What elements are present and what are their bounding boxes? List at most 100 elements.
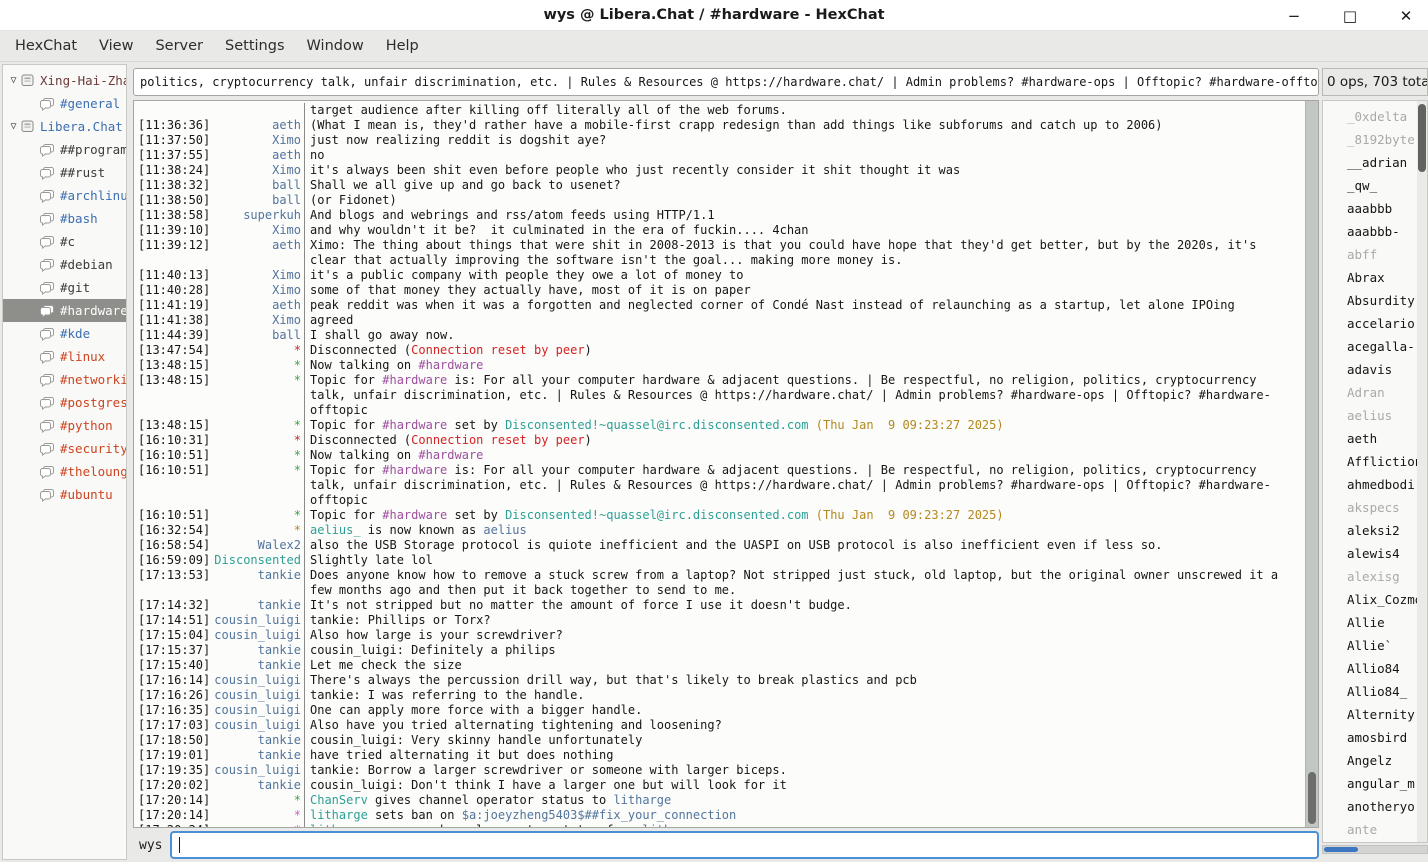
message-segment: #hardware — [382, 418, 447, 432]
message-text: And blogs and webrings and rss/atom feed… — [304, 208, 1302, 223]
userlist-item[interactable]: _0xdelta — [1323, 105, 1417, 128]
userlist-hscrollbar-thumb[interactable] — [1324, 847, 1358, 852]
chat-meta: [16:10:51]* — [136, 508, 304, 523]
userlist-item[interactable]: abff — [1323, 243, 1417, 266]
userlist-item[interactable]: ante — [1323, 818, 1417, 841]
channel-row--rust[interactable]: ##rust — [3, 161, 126, 184]
chat-row: [11:41:38]Ximoagreed — [136, 313, 1305, 328]
channel-row--git[interactable]: #git — [3, 276, 126, 299]
channel-row--thelounge[interactable]: #thelounge — [3, 460, 126, 483]
userlist-item[interactable]: ahmedbodi — [1323, 473, 1417, 496]
channel-row--general[interactable]: #general — [3, 92, 126, 115]
tree-label: #security — [60, 441, 126, 456]
userlist-item[interactable]: Alternity — [1323, 703, 1417, 726]
message-segment: aelius — [483, 523, 526, 537]
channel-icon — [39, 373, 55, 387]
channel-row--programming[interactable]: ##programming — [3, 138, 126, 161]
userlist-item[interactable]: aeth — [1323, 427, 1417, 450]
userlist-item[interactable]: Abrax — [1323, 266, 1417, 289]
userlist-vertical-scrollbar[interactable] — [1417, 101, 1427, 842]
message-segment: tankie: Phillips or Torx? — [310, 613, 491, 627]
userlist-item[interactable]: Angelz — [1323, 749, 1417, 772]
channel-row--bash[interactable]: #bash — [3, 207, 126, 230]
timestamp: [11:38:58] — [138, 208, 210, 223]
user-nick: Adran — [1347, 385, 1385, 400]
channel-row--hardware[interactable]: #hardware — [3, 299, 126, 322]
channel-row--kde[interactable]: #kde — [3, 322, 126, 345]
chat-scrollbar-thumb[interactable] — [1308, 772, 1316, 824]
tree-label: ##rust — [60, 165, 105, 180]
userlist-horizontal-scrollbar[interactable] — [1322, 845, 1428, 854]
maximize-icon[interactable]: □ — [1336, 4, 1364, 28]
userlist-item[interactable]: acegalla- — [1323, 335, 1417, 358]
chat-vertical-scrollbar[interactable] — [1305, 101, 1318, 827]
userlist-item[interactable]: accelario — [1323, 312, 1417, 335]
userlist-item[interactable]: akspecs — [1323, 496, 1417, 519]
channel-row--debian[interactable]: #debian — [3, 253, 126, 276]
server-row-libera-chat[interactable]: ▽Libera.Chat — [3, 115, 126, 138]
userlist-item[interactable]: Alix_Cozmo — [1323, 588, 1417, 611]
channel-row--postgresql[interactable]: #postgresql — [3, 391, 126, 414]
userlist-item[interactable]: adavis — [1323, 358, 1417, 381]
menu-settings[interactable]: Settings — [214, 34, 295, 58]
minimize-icon[interactable]: − — [1280, 4, 1308, 28]
userlist-item[interactable]: anotheryo — [1323, 795, 1417, 818]
user-nick: aleksi2 — [1347, 523, 1400, 538]
message-segment: no — [310, 148, 324, 162]
chat-meta: [11:41:38]Ximo — [136, 313, 304, 328]
channel-row--ubuntu[interactable]: #ubuntu — [3, 483, 126, 506]
chat-row: [11:39:10]Ximoand why wouldn't it be? it… — [136, 223, 1305, 238]
tree-label: #python — [60, 418, 113, 433]
userlist-item[interactable]: Affliction — [1323, 450, 1417, 473]
userlist-item[interactable]: _qw_ — [1323, 174, 1417, 197]
userlist-item[interactable]: aaabbb- — [1323, 220, 1417, 243]
message-text: Topic for #hardware set by Disconsented!… — [304, 418, 1302, 433]
own-nick-label[interactable]: wys — [139, 838, 162, 853]
menu-view[interactable]: View — [88, 34, 144, 58]
menu-hexchat[interactable]: HexChat — [4, 34, 88, 58]
topic-input[interactable]: politics, cryptocurrency talk, unfair di… — [133, 68, 1319, 96]
close-icon[interactable]: ✕ — [1392, 4, 1420, 28]
channel-row--linux[interactable]: #linux — [3, 345, 126, 368]
menu-server[interactable]: Server — [144, 34, 214, 58]
channel-row--security[interactable]: #security — [3, 437, 126, 460]
userlist-item[interactable]: Allie — [1323, 611, 1417, 634]
userlist-item[interactable]: angular_m — [1323, 772, 1417, 795]
userlist-item[interactable]: aaabbb — [1323, 197, 1417, 220]
menu-help[interactable]: Help — [375, 34, 430, 58]
chat-meta: [16:59:09]Disconsented — [136, 553, 304, 568]
userlist-item[interactable]: alexisg — [1323, 565, 1417, 588]
userlist-item[interactable]: Allie` — [1323, 634, 1417, 657]
message-input[interactable] — [170, 831, 1319, 859]
userlist-item[interactable]: _8192byte — [1323, 128, 1417, 151]
channel-icon — [39, 166, 55, 180]
server-row-xing-hai-zhan[interactable]: ▽Xing-Hai-Zhan — [3, 69, 126, 92]
message-segment: tankie: I was referring to the handle. — [310, 688, 585, 702]
channel-row--python[interactable]: #python — [3, 414, 126, 437]
channel-row--networking[interactable]: #networking — [3, 368, 126, 391]
userlist-item[interactable]: aleksi2 — [1323, 519, 1417, 542]
userlist-item[interactable]: Allio84_ — [1323, 680, 1417, 703]
userlist-item[interactable]: alewis4 — [1323, 542, 1417, 565]
message-text: cousin_luigi: Definitely a philips — [304, 643, 1302, 658]
chat-row: [17:19:01]tankiehave tried alternating i… — [136, 748, 1305, 763]
userlist-column: 0 ops, 703 total _0xdelta_8192byte__adri… — [1322, 64, 1428, 862]
message-segment: I shall go away now. — [310, 328, 455, 342]
message-segment: just now realizing reddit is dogshit aye… — [310, 133, 606, 147]
userlist-item[interactable]: Allio84 — [1323, 657, 1417, 680]
channel-row--archlinux[interactable]: #archlinux — [3, 184, 126, 207]
menu-window[interactable]: Window — [296, 34, 375, 58]
userlist-item[interactable]: amosbird — [1323, 726, 1417, 749]
user-nick: Allio84 — [1347, 661, 1400, 676]
message-text: agreed — [304, 313, 1302, 328]
chat-row: [16:10:31]*Disconnected (Connection rese… — [136, 433, 1305, 448]
userlist-scrollbar-thumb[interactable] — [1418, 104, 1426, 172]
userlist-item[interactable]: Adran — [1323, 381, 1417, 404]
userlist-item[interactable]: aelius — [1323, 404, 1417, 427]
channel-row--c[interactable]: #c — [3, 230, 126, 253]
expander-icon[interactable]: ▽ — [6, 75, 21, 86]
chat-meta: [17:16:35]cousin_luigi — [136, 703, 304, 718]
userlist-item[interactable]: __adrian — [1323, 151, 1417, 174]
expander-icon[interactable]: ▽ — [6, 121, 21, 132]
userlist-item[interactable]: Absurdity — [1323, 289, 1417, 312]
